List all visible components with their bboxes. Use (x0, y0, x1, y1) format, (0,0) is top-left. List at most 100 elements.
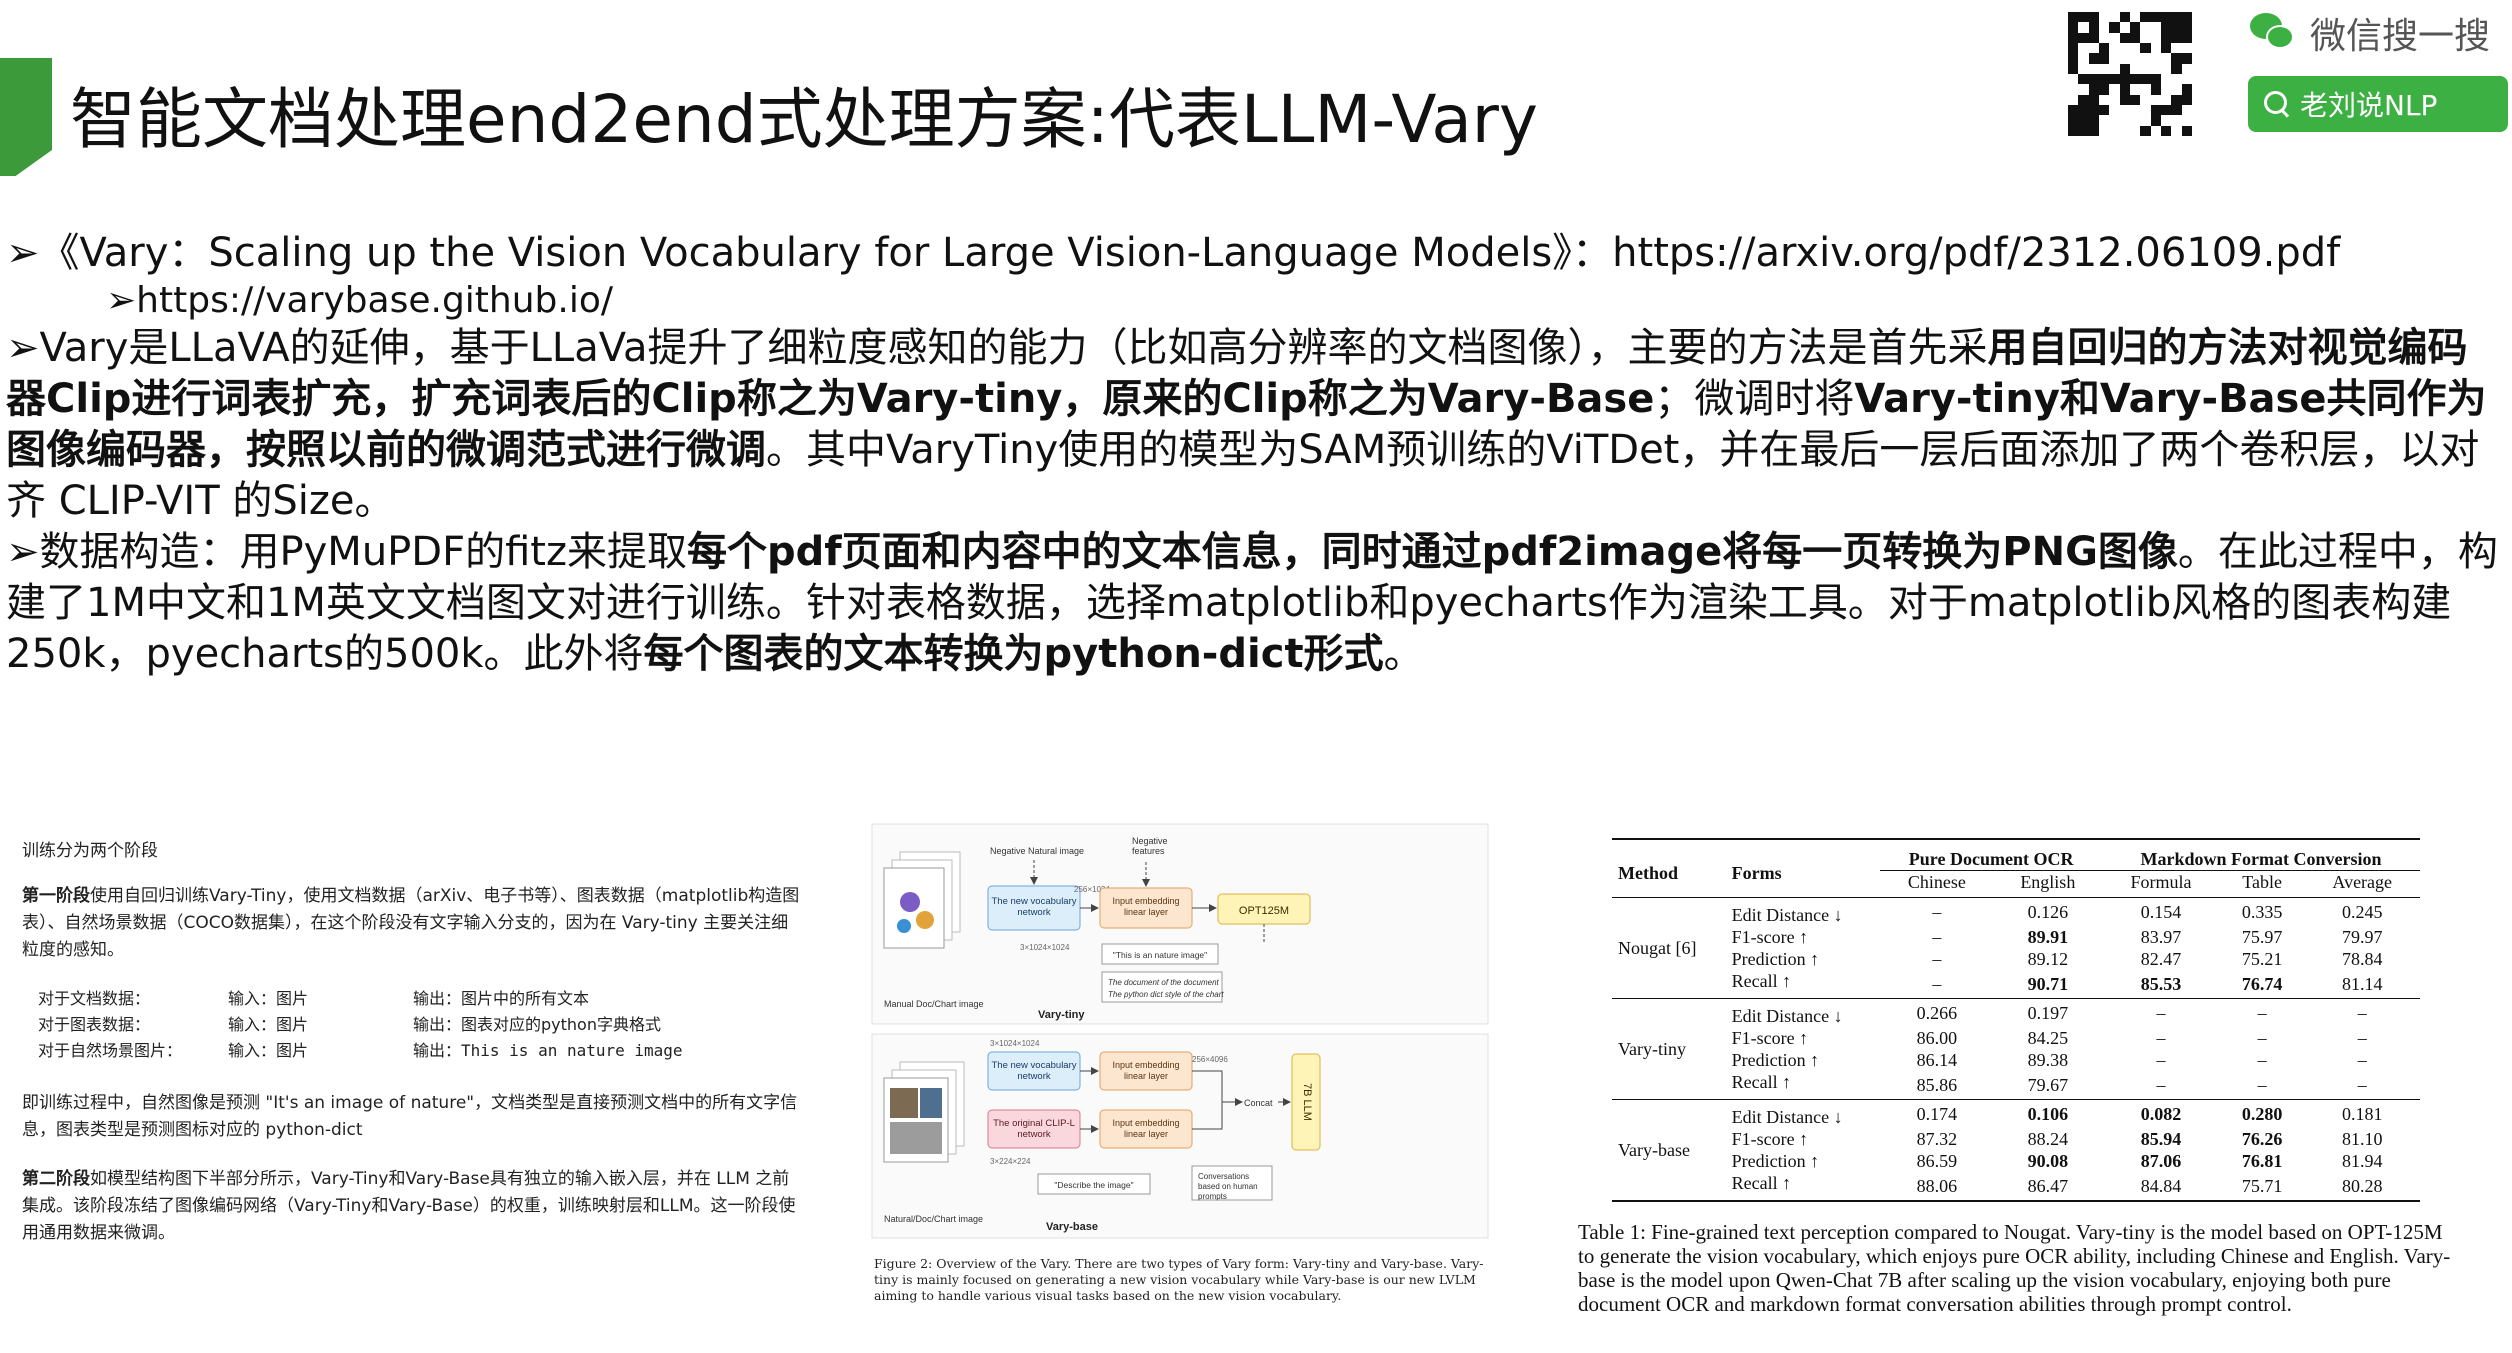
value-cell: 0.106 (2027, 1104, 2069, 1124)
llm-label: 7B LLM (1301, 1083, 1313, 1121)
data-desc-e: 。 (1383, 631, 1424, 677)
value-cell: – (2357, 1075, 2367, 1095)
io-cell: 输入：图片 (228, 1015, 309, 1034)
chart-output-label: The python dict style of the chart (1108, 990, 1224, 999)
value-cell: – (1932, 949, 1942, 969)
value-cell: 84.84 (2140, 1176, 2182, 1196)
value-cell: 79.67 (2027, 1075, 2069, 1095)
form-cell: Edit Distance ↓ (1731, 1107, 1843, 1127)
training-stages-panel: 训练分为两个阶段 第一阶段使用自回归训练Vary-Tiny，使用文档数据（arX… (22, 838, 802, 1269)
col-english: English (2020, 872, 2076, 892)
value-cell: 0.181 (2341, 1104, 2383, 1124)
form-cell: Recall ↑ (1731, 1072, 1792, 1092)
col-method: Method (1618, 862, 1678, 883)
table-row: Nougat [6] Edit Distance ↓ – 0.126 0.154 0.… (1612, 897, 2420, 958)
col-chinese: Chinese (1907, 872, 1966, 892)
value-cell: 0.154 (2140, 902, 2182, 922)
value-cell: – (2156, 1003, 2166, 1023)
value-cell: 0.082 (2140, 1104, 2182, 1124)
wechat-icon (2250, 13, 2296, 53)
table-row: Prediction ↑ 86.14 89.38 – – – (1612, 1049, 2420, 1071)
stage1-label: 第一阶段 (22, 886, 90, 906)
arrow-bullet-icon: ➢ (106, 280, 137, 321)
stage2-label: 第二阶段 (22, 1169, 90, 1189)
io-row: 对于图表数据： 输入：图片 输出：图表对应的python字典格式 (38, 1012, 802, 1038)
concat-label: Concat (1244, 1098, 1273, 1108)
data-desc-b: 每个pdf页面和内容中的文本信息，同时通过pdf2image将每一页转换为PNG… (686, 529, 2178, 575)
neg-natural-label: Negative Natural image (990, 846, 1084, 856)
value-cell: 0.174 (1916, 1104, 1958, 1124)
value-cell: 86.47 (2027, 1176, 2069, 1196)
stages-heading: 训练分为两个阶段 (22, 841, 158, 861)
value-cell: – (2357, 1028, 2367, 1048)
value-cell: 83.97 (2140, 927, 2182, 947)
describe-prompt-label: "Describe the image" (1054, 1180, 1133, 1190)
slide-title: 智能文档处理end2end式处理方案:代表LLM-Vary (70, 81, 1538, 158)
qr-code-icon (2068, 12, 2192, 136)
value-cell: 82.47 (2140, 949, 2182, 969)
value-cell: – (2357, 1050, 2367, 1070)
form-cell: F1-score ↑ (1731, 1028, 1809, 1048)
table-row: Vary-base Edit Distance ↓ 0.174 0.106 0.08… (1612, 1099, 2420, 1160)
doc-stack-icon (883, 851, 961, 949)
io-cell: 输入：图片 (228, 989, 309, 1008)
bullet-vary-desc: ➢Vary是LLaVA的延伸，基于LLaVa提升了细粒度感知的能力（比如高分辨率… (6, 323, 2506, 527)
col-average: Average (2332, 872, 2393, 892)
value-cell: 88.06 (1916, 1176, 1958, 1196)
neg-features-label: Negative features (1132, 836, 1168, 856)
body-text: ➢《Vary：Scaling up the Vision Vocabulary … (6, 228, 2506, 680)
wechat-search-label: 微信搜一搜 (2250, 8, 2490, 58)
table-row: Prediction ↑ – 89.12 82.47 75.21 78.84 (1612, 948, 2420, 970)
value-cell: – (2257, 1050, 2267, 1070)
table-caption: Table 1: Fine-grained text perception co… (1578, 1220, 2451, 1316)
value-cell: 75.97 (2241, 927, 2283, 947)
figure-caption: Figure 2: Overview of the Vary. There ar… (874, 1256, 1484, 1303)
method-vary-base: Vary-base (1618, 1140, 1690, 1160)
search-icon (2264, 91, 2290, 117)
value-cell: – (1932, 974, 1942, 994)
value-cell: 76.81 (2241, 1151, 2283, 1171)
dim-label-b2: 3×1024×1024 (990, 1039, 1040, 1048)
account-name: 老刘说NLP (2300, 89, 2438, 122)
value-cell: – (2156, 1028, 2166, 1048)
value-cell: 85.94 (2140, 1129, 2182, 1149)
table-row: Recall ↑ – 90.71 85.53 76.74 81.14 (1612, 970, 2420, 999)
bullet-data-construct: ➢数据构造：用PyMuPDF的fitz来提取每个pdf页面和内容中的文本信息，同… (6, 527, 2506, 680)
value-cell: 87.06 (2140, 1151, 2182, 1171)
table-row: Recall ↑ 88.06 86.47 84.84 75.71 80.28 (1612, 1172, 2420, 1201)
value-cell: 79.97 (2341, 927, 2383, 947)
stage2-paragraph: 第二阶段如模型结构图下半部分所示，Vary-Tiny和Vary-Base具有独立… (22, 1166, 802, 1247)
value-cell: 0.126 (2027, 902, 2069, 922)
value-cell: 78.84 (2341, 949, 2383, 969)
vary-desc-c: ；微调时将 (1654, 376, 1855, 422)
value-cell: – (2357, 1003, 2367, 1023)
arrow-bullet-icon: ➢ (6, 230, 40, 276)
col-group-markdown: Markdown Format Conversion (2102, 839, 2420, 871)
value-cell: 76.74 (2241, 974, 2283, 994)
col-forms: Forms (1731, 862, 1782, 883)
value-cell: 86.14 (1916, 1050, 1958, 1070)
io-cell: 对于自然场景图片： (38, 1041, 183, 1060)
value-cell: – (1932, 927, 1942, 947)
account-search-button[interactable]: 老刘说NLP (2248, 76, 2508, 132)
value-cell: 89.12 (2027, 949, 2069, 969)
value-cell: 75.21 (2241, 949, 2283, 969)
dim-label-c: 256×4096 (1192, 1055, 1228, 1064)
method-vary-tiny: Vary-tiny (1618, 1039, 1686, 1059)
stage2-text: 如模型结构图下半部分所示，Vary-Tiny和Vary-Base具有独立的输入嵌… (22, 1169, 796, 1243)
vary-desc-a: Vary是LLaVA的延伸，基于LLaVa提升了细粒度感知的能力（比如高分辨率的… (39, 325, 1988, 371)
form-cell: Prediction ↑ (1731, 949, 1820, 969)
value-cell: 0.197 (2027, 1003, 2069, 1023)
value-cell: 90.71 (2027, 974, 2069, 994)
value-cell: 81.10 (2341, 1129, 2383, 1149)
training-note: 即训练过程中，自然图像是预测 "It's an image of nature"… (22, 1093, 798, 1140)
io-table: 对于文档数据： 输入：图片 输出：图片中的所有文本 对于图表数据： 输入：图片 输出：图… (38, 986, 802, 1064)
natural-doc-label: Natural/Doc/Chart image (884, 1214, 983, 1224)
value-cell: 89.38 (2027, 1050, 2069, 1070)
io-cell: 输出：图片中的所有文本 (413, 989, 590, 1008)
table-row: Vary-tiny Edit Distance ↓ 0.266 0.197 – – – (1612, 998, 2420, 1059)
arrow-bullet-icon: ➢ (6, 325, 40, 371)
value-cell: 0.266 (1916, 1003, 1958, 1023)
value-cell: 86.00 (1916, 1028, 1958, 1048)
value-cell: 89.91 (2027, 927, 2069, 947)
